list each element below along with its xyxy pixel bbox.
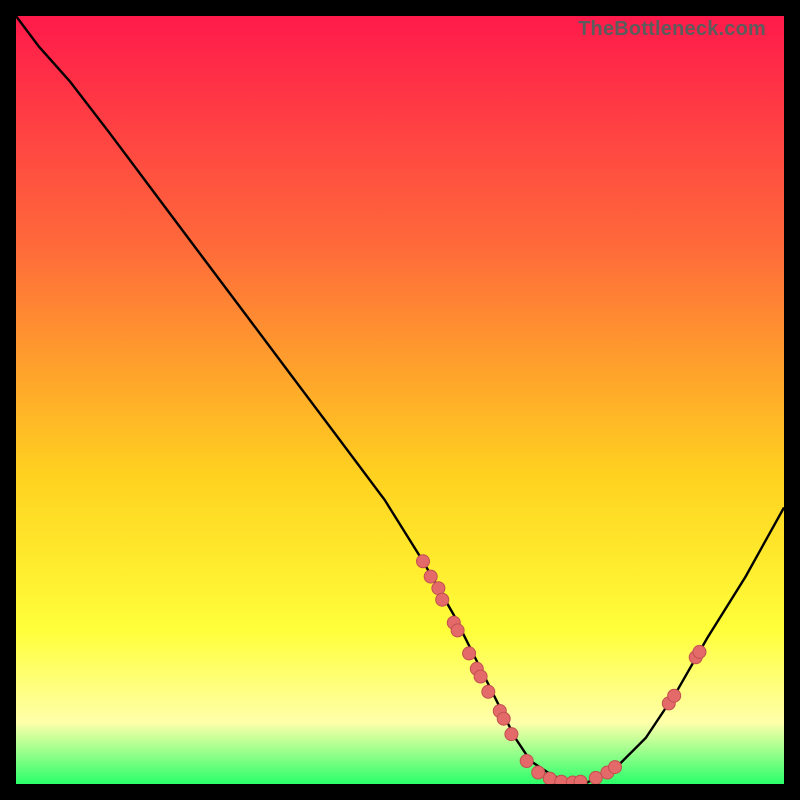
curve-marker <box>497 712 510 725</box>
curve-marker <box>463 647 476 660</box>
chart-frame: TheBottleneck.com <box>16 16 784 784</box>
curve-marker <box>436 593 449 606</box>
curve-marker <box>532 766 545 779</box>
bottleneck-plot <box>16 16 784 784</box>
curve-marker <box>505 728 518 741</box>
curve-marker <box>693 645 706 658</box>
curve-marker <box>474 670 487 683</box>
curve-marker <box>520 755 533 768</box>
curve-marker <box>451 624 464 637</box>
curve-marker <box>589 771 602 784</box>
curve-marker <box>574 775 587 784</box>
curve-marker <box>482 685 495 698</box>
curve-marker <box>417 555 430 568</box>
curve-marker <box>424 570 437 583</box>
curve-marker <box>609 761 622 774</box>
curve-marker <box>668 689 681 702</box>
watermark-text: TheBottleneck.com <box>578 18 766 41</box>
gradient-background <box>16 16 784 784</box>
